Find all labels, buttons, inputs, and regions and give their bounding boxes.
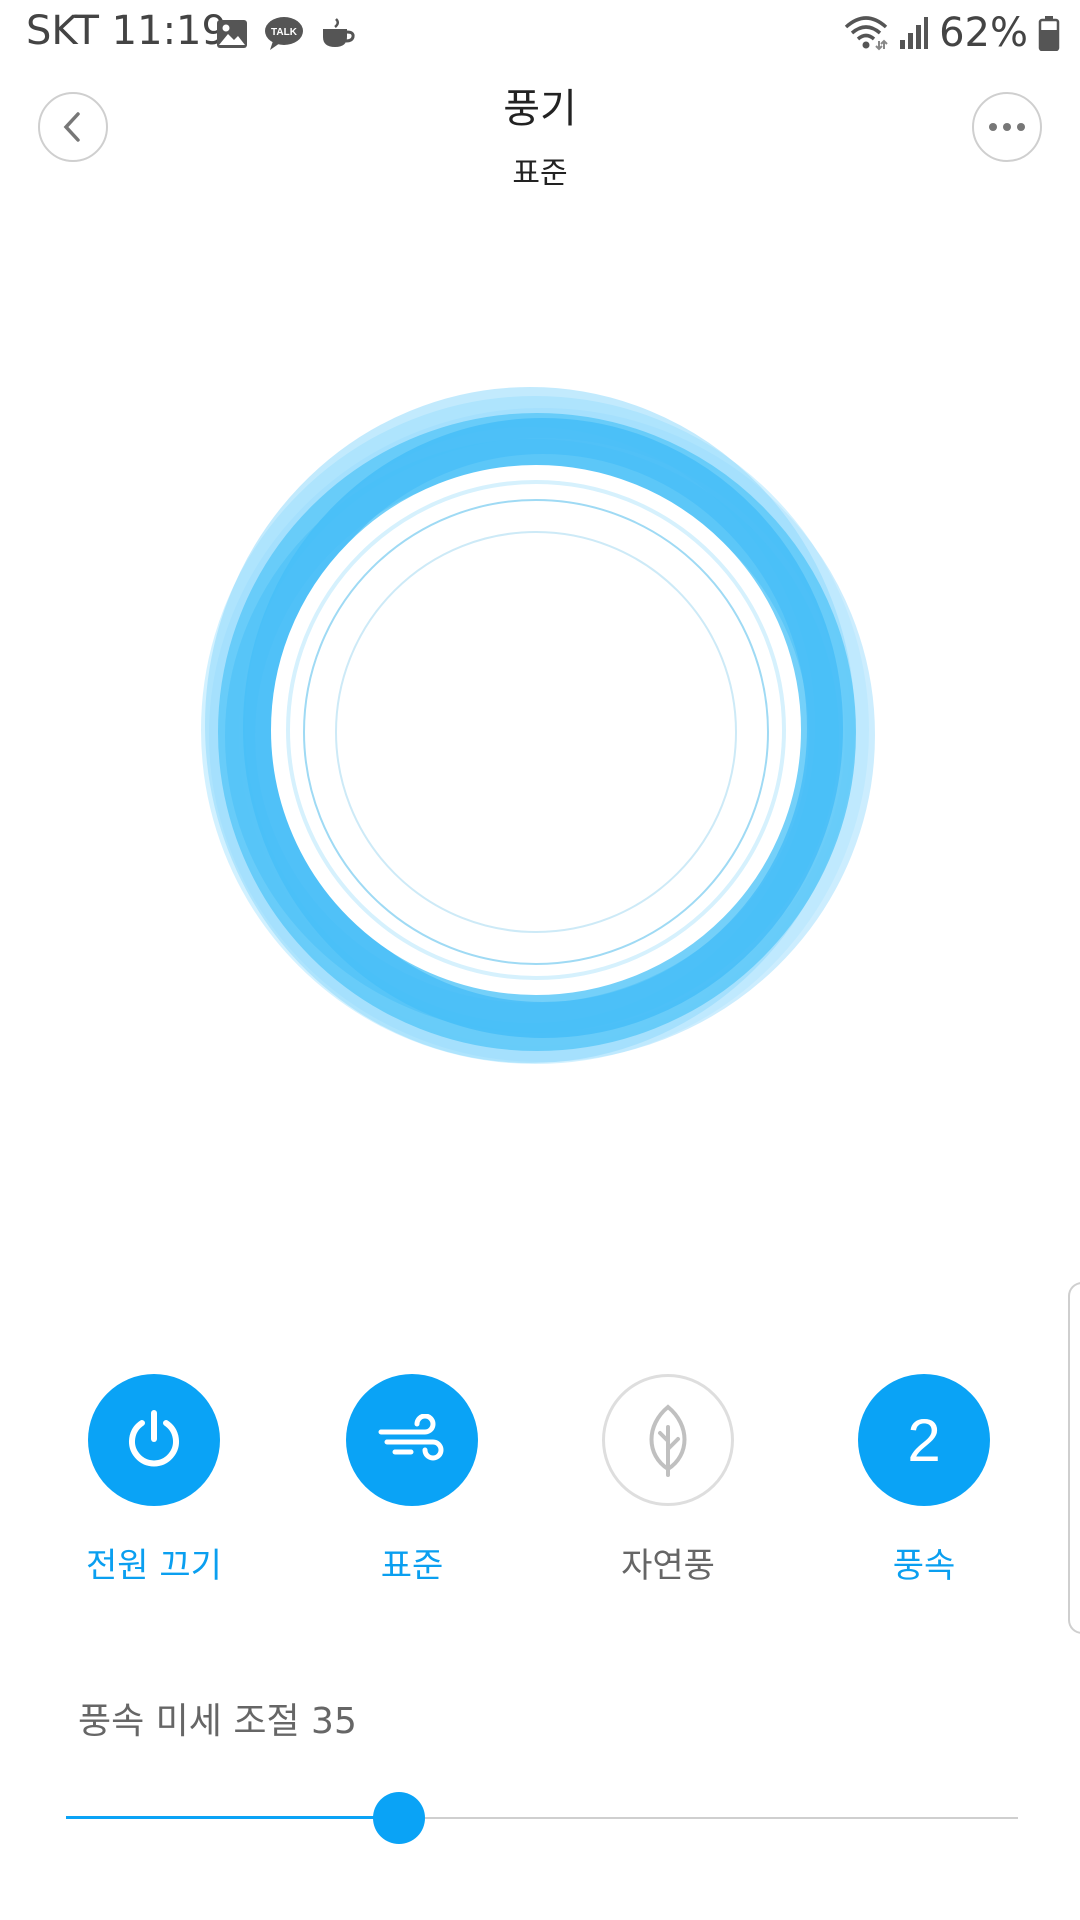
leaf-icon bbox=[649, 1404, 687, 1477]
power-icon bbox=[129, 1410, 179, 1467]
power-button[interactable] bbox=[88, 1374, 220, 1506]
page-subtitle: 표준 bbox=[512, 156, 568, 191]
standard-mode-control[interactable]: 표준 bbox=[302, 1374, 522, 1587]
power-label: 전원 끄기 bbox=[86, 1546, 222, 1586]
standard-mode-label: 표준 bbox=[380, 1546, 444, 1586]
wifi-icon bbox=[844, 16, 888, 51]
cup-icon bbox=[323, 18, 355, 47]
standard-mode-button[interactable] bbox=[346, 1374, 478, 1506]
signal-icon bbox=[900, 17, 929, 49]
natural-wind-control[interactable]: 자연풍 bbox=[558, 1374, 778, 1587]
more-dots-icon bbox=[989, 123, 1025, 131]
slider-thumb[interactable] bbox=[373, 1792, 426, 1844]
natural-wind-label: 자연풍 bbox=[621, 1546, 715, 1586]
more-button[interactable] bbox=[972, 92, 1042, 162]
svg-text:TALK: TALK bbox=[271, 27, 298, 38]
wind-speed-label: 풍속 bbox=[892, 1546, 956, 1586]
wind-speed-control[interactable]: 2 풍속 bbox=[814, 1374, 1034, 1587]
wind-speed-button[interactable]: 2 bbox=[858, 1374, 990, 1506]
fine-speed-label: 풍속 미세 조절 35 bbox=[78, 1701, 357, 1742]
slider-fill bbox=[66, 1816, 400, 1819]
battery-percent: 62% bbox=[939, 10, 1028, 56]
fine-speed-slider[interactable] bbox=[66, 1790, 1018, 1846]
kakaotalk-icon: TALK bbox=[265, 17, 303, 50]
fan-ring-visual bbox=[201, 387, 875, 1064]
status-bar: SKT 11:19 TALK 62% bbox=[0, 0, 1080, 66]
wind-speed-value: 2 bbox=[907, 1406, 941, 1474]
fan-control-screen: SKT 11:19 TALK 62% 풍기 표준 전원 끄기 표준 자연풍 2 … bbox=[0, 0, 1080, 1920]
carrier-time: SKT 11:19 bbox=[26, 8, 227, 54]
page-title: 풍기 bbox=[503, 86, 577, 132]
wind-icon bbox=[378, 1414, 444, 1461]
natural-wind-button[interactable] bbox=[602, 1374, 734, 1506]
power-off-control[interactable]: 전원 끄기 bbox=[44, 1374, 264, 1587]
battery-icon bbox=[1038, 16, 1060, 51]
edge-panel-handle[interactable] bbox=[1068, 1282, 1080, 1634]
gallery-icon bbox=[217, 20, 247, 48]
